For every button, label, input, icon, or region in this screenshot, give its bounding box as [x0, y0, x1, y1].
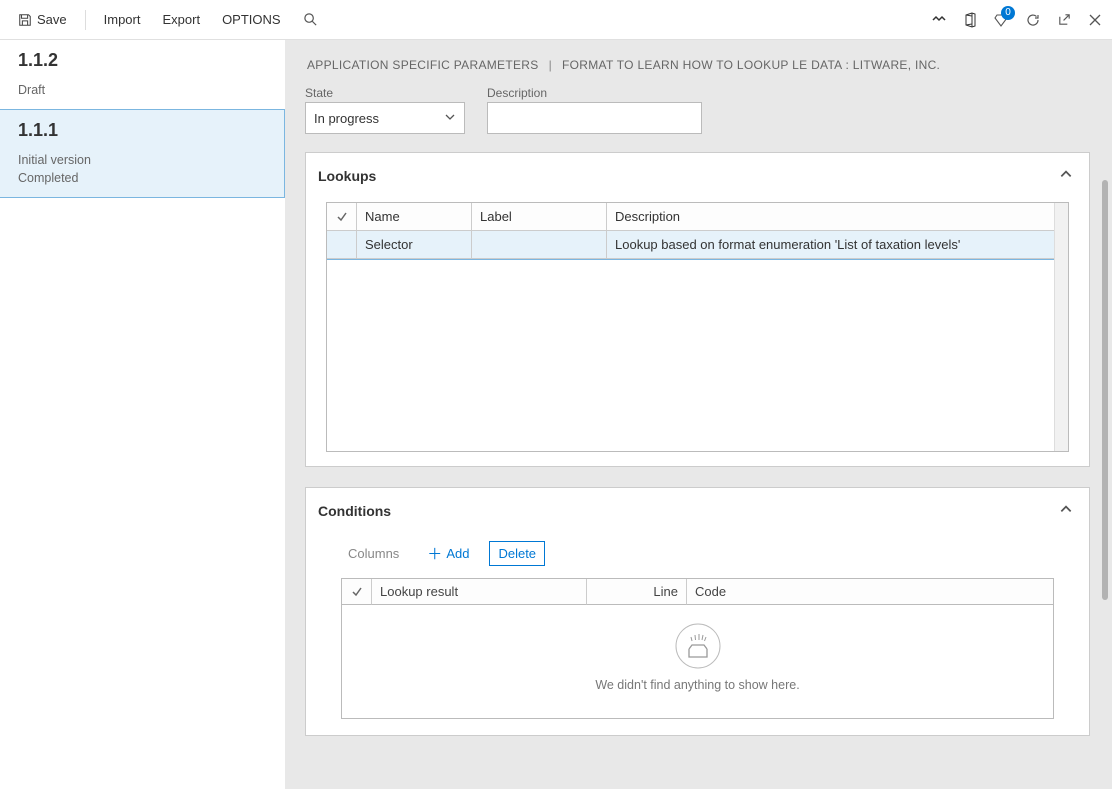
version-sidebar: 1.1.2 Draft 1.1.1 Initial version Comple… — [0, 40, 285, 789]
state-label: State — [305, 86, 465, 100]
lookups-row[interactable]: Selector Lookup based on format enumerat… — [326, 230, 1068, 260]
conditions-grid: Lookup result Line Code — [341, 578, 1054, 719]
cond-code-header[interactable]: Code — [687, 579, 1053, 605]
version-item-112[interactable]: 1.1.2 Draft — [0, 40, 285, 109]
scrollbar[interactable] — [1102, 180, 1108, 600]
check-header[interactable] — [327, 203, 357, 231]
popout-icon[interactable] — [1057, 12, 1072, 27]
name-header[interactable]: Name — [357, 203, 472, 231]
version-number: 1.1.1 — [18, 120, 266, 151]
cond-grid-header: Lookup result Line Code — [342, 579, 1053, 605]
version-number: 1.1.2 — [18, 50, 267, 81]
desc-header[interactable]: Description — [607, 203, 1068, 231]
grid-scrollbar[interactable] — [1054, 203, 1068, 451]
grid-header-row: Name Label Description — [327, 203, 1068, 231]
empty-folder-icon — [342, 623, 1053, 672]
options-button[interactable]: OPTIONS — [214, 8, 289, 31]
label-header[interactable]: Label — [472, 203, 607, 231]
version-line: Initial version — [18, 151, 266, 169]
lookups-panel: Lookups Name Label Description Selector — [305, 152, 1090, 467]
top-toolbar: Save Import Export OPTIONS 0 — [0, 0, 1112, 40]
save-label: Save — [37, 12, 67, 27]
refresh-icon[interactable] — [1025, 12, 1041, 28]
version-item-111[interactable]: 1.1.1 Initial version Completed — [0, 109, 285, 198]
breadcrumb-left: APPLICATION SPECIFIC PARAMETERS — [307, 58, 539, 72]
delete-button[interactable]: Delete — [489, 541, 545, 566]
cond-lookup-header[interactable]: Lookup result — [372, 579, 587, 605]
columns-button[interactable]: Columns — [340, 542, 407, 565]
cond-check-header[interactable] — [342, 579, 372, 605]
empty-state: We didn't find anything to show here. — [342, 605, 1053, 718]
import-button[interactable]: Import — [96, 8, 149, 31]
chevron-down-icon — [444, 111, 456, 126]
search-button[interactable] — [295, 8, 326, 31]
cond-line-header[interactable]: Line — [587, 579, 687, 605]
content-area: APPLICATION SPECIFIC PARAMETERS | FORMAT… — [285, 40, 1112, 789]
office-icon[interactable] — [963, 12, 977, 28]
connector-icon[interactable] — [931, 14, 947, 26]
conditions-title: Conditions — [318, 503, 391, 519]
breadcrumb-right: FORMAT TO LEARN HOW TO LOOKUP LE DATA : … — [562, 58, 940, 72]
lookups-grid: Name Label Description Selector Lookup b… — [326, 202, 1069, 452]
export-button[interactable]: Export — [154, 8, 208, 31]
state-select[interactable]: In progress — [305, 102, 465, 134]
version-status: Completed — [18, 169, 266, 187]
chevron-up-icon — [1059, 502, 1073, 519]
row-label — [472, 231, 607, 259]
gem-icon[interactable]: 0 — [993, 12, 1009, 28]
row-desc: Lookup based on format enumeration 'List… — [607, 231, 1067, 259]
description-label: Description — [487, 86, 702, 100]
state-value: In progress — [314, 111, 379, 126]
conditions-header[interactable]: Conditions — [306, 488, 1089, 529]
row-name: Selector — [357, 231, 472, 259]
toolbar-separator — [85, 10, 86, 30]
save-icon — [18, 13, 32, 27]
description-input[interactable] — [487, 102, 702, 134]
notification-badge: 0 — [1001, 6, 1015, 20]
version-status: Draft — [18, 81, 267, 99]
chevron-up-icon — [1059, 167, 1073, 184]
plus-icon: ＋ — [427, 543, 442, 564]
save-button[interactable]: Save — [10, 8, 75, 31]
conditions-panel: Conditions Columns ＋ Add Delete — [305, 487, 1090, 736]
breadcrumb: APPLICATION SPECIFIC PARAMETERS | FORMAT… — [305, 40, 1090, 86]
row-check[interactable] — [327, 231, 357, 259]
close-icon[interactable] — [1088, 13, 1102, 27]
lookups-title: Lookups — [318, 168, 376, 184]
empty-message: We didn't find anything to show here. — [342, 678, 1053, 692]
lookups-header[interactable]: Lookups — [306, 153, 1089, 194]
breadcrumb-separator: | — [539, 58, 562, 72]
add-button[interactable]: ＋ Add — [419, 539, 477, 568]
